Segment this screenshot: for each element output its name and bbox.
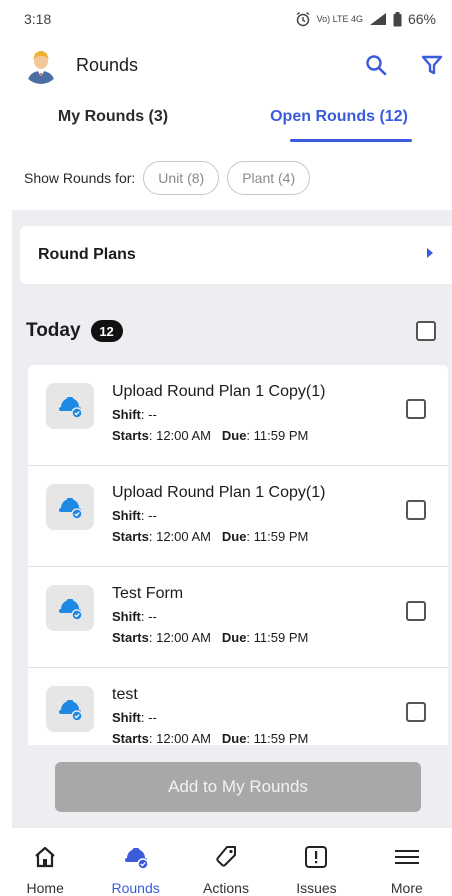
round-schedule: Starts: 12:00 AM Due: 11:59 PM	[112, 529, 309, 544]
nav-rounds-label: Rounds	[111, 880, 160, 896]
menu-icon	[394, 844, 420, 870]
hardhat-icon	[46, 383, 94, 429]
app-header: Rounds	[0, 38, 452, 92]
add-button-bar: Add to My Rounds	[12, 748, 452, 828]
today-header: Today 12	[26, 316, 440, 346]
content-area: Round Plans Today 12 Upload Round Plan 1…	[12, 210, 452, 828]
round-title: Upload Round Plan 1 Copy(1)	[112, 383, 326, 400]
round-title: test	[112, 686, 138, 703]
nav-rounds[interactable]: Rounds	[90, 828, 180, 896]
tab-my-rounds[interactable]: My Rounds (3)	[0, 96, 226, 142]
round-title: Upload Round Plan 1 Copy(1)	[112, 484, 326, 501]
search-button[interactable]	[362, 51, 390, 79]
nav-actions[interactable]: Actions	[181, 828, 271, 896]
status-icons: Vo) LTE 4G 66%	[295, 11, 436, 27]
round-plans-label: Round Plans	[38, 246, 136, 263]
filter-row: Show Rounds for: Unit (8) Plant (4)	[0, 158, 452, 198]
chip-plant[interactable]: Plant (4)	[227, 161, 311, 195]
rounds-list[interactable]: Upload Round Plan 1 Copy(1) Shift: -- St…	[28, 365, 448, 745]
page-title: Rounds	[76, 54, 139, 75]
select-all-checkbox[interactable]	[416, 321, 436, 341]
round-checkbox[interactable]	[406, 702, 426, 722]
today-count-badge: 12	[90, 320, 123, 342]
list-item[interactable]: test Shift: -- Starts: 12:00 AM Due: 11:…	[28, 668, 448, 745]
tab-open-rounds[interactable]: Open Rounds (12)	[226, 96, 452, 142]
round-checkbox[interactable]	[406, 601, 426, 621]
nav-more-label: More	[390, 880, 423, 896]
round-shift: Shift: --	[112, 407, 157, 422]
round-schedule: Starts: 12:00 AM Due: 11:59 PM	[112, 731, 309, 745]
avatar[interactable]	[22, 46, 60, 84]
list-item[interactable]: Upload Round Plan 1 Copy(1) Shift: -- St…	[28, 365, 448, 466]
alarm-icon	[295, 11, 311, 27]
user-avatar-icon	[22, 46, 60, 84]
filter-button[interactable]	[418, 51, 446, 79]
status-bar: 3:18 Vo) LTE 4G 66%	[0, 0, 452, 38]
nav-more[interactable]: More	[362, 828, 452, 896]
filter-icon	[421, 55, 443, 75]
list-item[interactable]: Upload Round Plan 1 Copy(1) Shift: -- St…	[28, 466, 448, 567]
bottom-nav: Home Rounds Actions Issues More	[0, 828, 452, 896]
round-schedule: Starts: 12:00 AM Due: 11:59 PM	[112, 428, 309, 443]
filter-label: Show Rounds for:	[24, 170, 136, 186]
list-item[interactable]: Test Form Shift: -- Starts: 12:00 AM Due…	[28, 567, 448, 668]
battery-icon	[393, 11, 402, 27]
nav-issues[interactable]: Issues	[271, 828, 361, 896]
round-schedule: Starts: 12:00 AM Due: 11:59 PM	[112, 630, 309, 645]
hardhat-icon	[46, 686, 94, 732]
search-icon	[366, 55, 387, 76]
today-label: Today	[26, 320, 81, 341]
tag-icon	[214, 844, 238, 870]
hardhat-icon	[123, 844, 149, 870]
chip-unit[interactable]: Unit (8)	[143, 161, 220, 195]
home-icon	[33, 844, 57, 870]
round-checkbox[interactable]	[406, 399, 426, 419]
round-shift: Shift: --	[112, 508, 157, 523]
hardhat-icon	[46, 484, 94, 530]
alert-icon	[304, 844, 328, 870]
round-plans-card[interactable]: Round Plans	[20, 226, 452, 284]
round-title: Test Form	[112, 585, 184, 602]
status-time: 3:18	[24, 11, 52, 27]
nav-actions-label: Actions	[203, 880, 249, 896]
hardhat-icon	[46, 585, 94, 631]
round-checkbox[interactable]	[406, 500, 426, 520]
nav-issues-label: Issues	[296, 880, 337, 896]
round-shift: Shift: --	[112, 609, 157, 624]
nav-home-label: Home	[26, 880, 64, 896]
network-label: Vo) LTE 4G	[316, 13, 363, 24]
signal-icon	[369, 12, 387, 26]
nav-home[interactable]: Home	[0, 828, 90, 896]
caret-right-icon	[426, 246, 434, 264]
round-shift: Shift: --	[112, 710, 157, 725]
tabs: My Rounds (3) Open Rounds (12)	[0, 96, 452, 142]
battery-percent: 66%	[407, 11, 436, 27]
add-to-my-rounds-button[interactable]: Add to My Rounds	[55, 762, 421, 812]
